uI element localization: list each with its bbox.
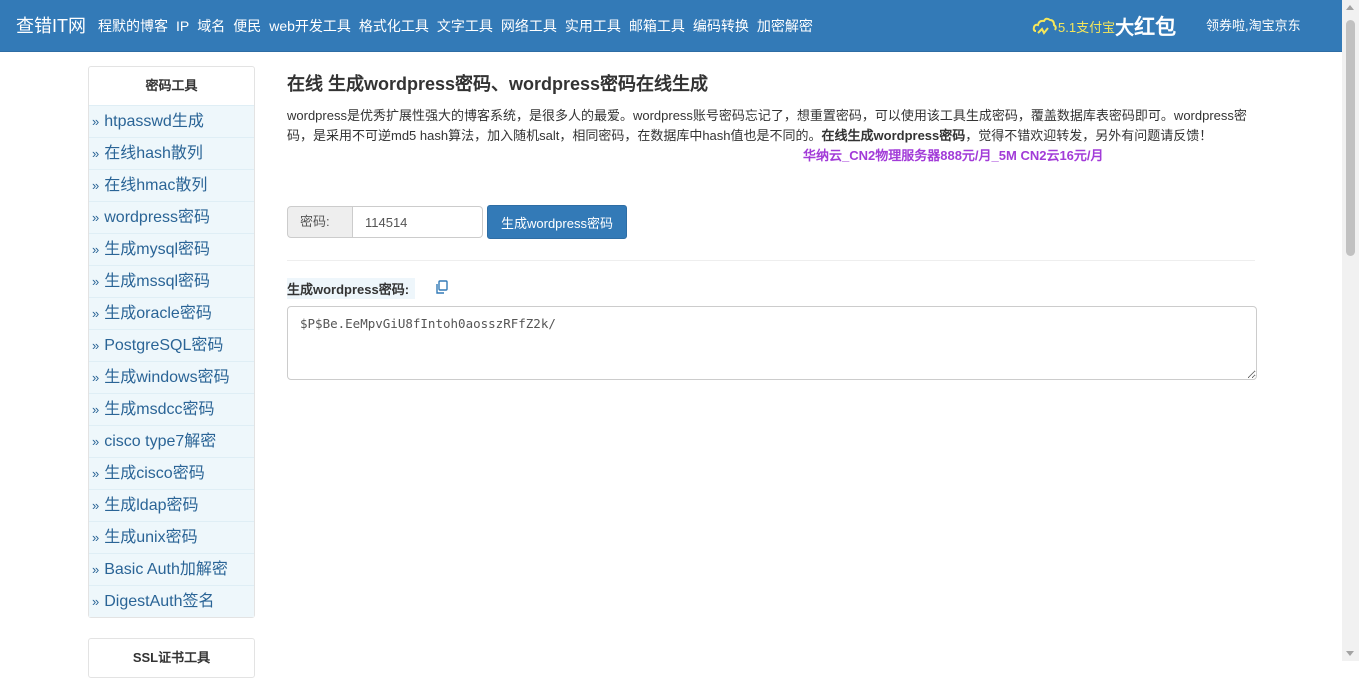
result-textarea[interactable]: $P$Be.EeMpvGiU8fIntoh0aosszRFfZ2k/: [287, 306, 1257, 380]
nav-item-practical-tools[interactable]: 实用工具: [561, 0, 625, 52]
bullet-icon: »: [92, 338, 100, 353]
sidebar-item-label: DigestAuth签名: [104, 593, 215, 610]
panel-title: 密码工具: [145, 78, 198, 93]
sidebar-item-mssql[interactable]: » 生成mssql密码: [89, 265, 254, 297]
bullet-icon: »: [92, 594, 100, 609]
sidebar-item-postgresql[interactable]: » PostgreSQL密码: [89, 329, 254, 361]
page-title: 在线 生成wordpress密码、wordpress密码在线生成: [287, 74, 709, 94]
divider: [287, 260, 1255, 261]
sidebar-item-label: 生成mssql密码: [104, 273, 211, 290]
sidebar-item-label: 生成msdcc密码: [104, 401, 215, 418]
bullet-icon: »: [92, 306, 100, 321]
bullet-icon: »: [92, 562, 100, 577]
sidebar-item-label: wordpress密码: [104, 209, 211, 226]
password-tools-panel: 密码工具 » htpasswd生成 » 在线hash散列 » 在线hmac散列 » wo…: [88, 66, 255, 618]
nav-item-network-tools[interactable]: 网络工具: [497, 0, 561, 52]
nav-item-encryption[interactable]: 加密解密: [753, 0, 817, 52]
sidebar-item-label: 生成windows密码: [104, 369, 230, 386]
promo-small-text: 5.1支付宝: [1058, 19, 1116, 35]
panel-title: SSL证书工具: [132, 650, 211, 665]
sidebar-item-label: 生成mysql密码: [104, 241, 211, 258]
bullet-icon: »: [92, 274, 100, 289]
red-packet-cloud-icon: [1032, 17, 1057, 35]
nav-item-text-tools[interactable]: 文字工具: [433, 0, 497, 52]
description: wordpress是优秀扩展性强大的博客系统，是很多人的最爱。wordpress…: [287, 106, 1252, 166]
bullet-icon: »: [92, 434, 100, 449]
sidebar-item-label: 生成unix密码: [104, 529, 198, 546]
nav-item-web-dev-tools[interactable]: web开发工具: [265, 0, 355, 52]
bullet-icon: »: [92, 402, 100, 417]
generate-wordpress-password-button[interactable]: 生成wordpress密码: [487, 205, 627, 239]
ssl-tools-panel: SSL证书工具: [88, 638, 255, 678]
result-label: 生成wordpress密码:: [287, 278, 416, 299]
nav-item-encoding[interactable]: 编码转换: [689, 0, 753, 52]
sidebar-item-cisco-type7[interactable]: » cisco type7解密: [89, 425, 254, 457]
bullet-icon: »: [92, 114, 100, 129]
sidebar-item-oracle[interactable]: » 生成oracle密码: [89, 297, 254, 329]
page-scrollbar[interactable]: [1342, 0, 1359, 661]
bullet-icon: »: [92, 178, 100, 193]
sidebar-item-wordpress[interactable]: » wordpress密码: [89, 201, 254, 233]
description-bold-text: 在线生成wordpress密码: [821, 128, 966, 143]
sidebar-item-windows[interactable]: » 生成windows密码: [89, 361, 254, 393]
sidebar-item-label: 生成cisco密码: [104, 465, 205, 482]
sidebar-item-label: 生成oracle密码: [104, 305, 212, 322]
nav-item-email-tools[interactable]: 邮箱工具: [625, 0, 689, 52]
scroll-up-arrow-icon[interactable]: [1346, 5, 1354, 10]
sidebar-item-unix[interactable]: » 生成unix密码: [89, 521, 254, 553]
bullet-icon: »: [92, 210, 100, 225]
sidebar-item-ldap[interactable]: » 生成ldap密码: [89, 489, 254, 521]
sidebar-item-label: 生成ldap密码: [104, 497, 199, 514]
nav-item-ip[interactable]: IP: [172, 0, 193, 52]
coupon-link[interactable]: 领券啦,淘宝京东: [1206, 0, 1301, 52]
alipay-red-packet-promo[interactable]: 5.1支付宝 大 红包: [1032, 8, 1176, 44]
sidebar-item-cisco[interactable]: » 生成cisco密码: [89, 457, 254, 489]
copy-icon[interactable]: [435, 280, 449, 294]
site-brand[interactable]: 查错IT网: [0, 0, 94, 52]
bullet-icon: »: [92, 370, 100, 385]
sidebar-item-hash[interactable]: » 在线hash散列: [89, 137, 254, 169]
sidebar-item-basic-auth[interactable]: » Basic Auth加解密: [89, 553, 254, 585]
nav-item-domain[interactable]: 域名: [193, 0, 229, 52]
sidebar-item-msdcc[interactable]: » 生成msdcc密码: [89, 393, 254, 425]
scroll-thumb[interactable]: [1346, 20, 1355, 256]
sidebar-item-digest-auth[interactable]: » DigestAuth签名: [89, 585, 254, 617]
password-label: 密码:: [287, 206, 353, 238]
nav-item-format-tools[interactable]: 格式化工具: [355, 0, 433, 52]
sidebar-item-htpasswd[interactable]: » htpasswd生成: [89, 105, 254, 137]
promo-red-packet-text: 红包: [1134, 16, 1177, 39]
sidebar-item-label: cisco type7解密: [104, 433, 217, 450]
sidebar-item-label: 在线hash散列: [104, 145, 203, 162]
bullet-icon: »: [92, 242, 100, 257]
bullet-icon: »: [92, 498, 100, 513]
bullet-icon: »: [92, 146, 100, 161]
promo-big-text: 大: [1115, 17, 1135, 39]
sidebar-item-label: htpasswd生成: [104, 113, 204, 130]
sidebar-item-label: PostgreSQL密码: [104, 337, 224, 354]
sidebar-item-mysql[interactable]: » 生成mysql密码: [89, 233, 254, 265]
ad-link[interactable]: 华纳云_CN2物理服务器888元/月_5M CN2云16元/月: [803, 148, 1104, 163]
sidebar-item-label: Basic Auth加解密: [104, 561, 228, 578]
password-form: 密码: 生成wordpress密码: [287, 205, 627, 239]
password-input[interactable]: [353, 206, 483, 238]
nav-item-convenience[interactable]: 便民: [229, 0, 265, 52]
sidebar: 密码工具 » htpasswd生成 » 在线hash散列 » 在线hmac散列 » wo…: [88, 66, 255, 698]
bullet-icon: »: [92, 466, 100, 481]
description-text-end: ，觉得不错欢迎转发，另外有问题请反馈！: [965, 128, 1213, 143]
main-content: 在线 生成wordpress密码、wordpress密码在线生成 wordpre…: [287, 70, 1257, 380]
bullet-icon: »: [92, 530, 100, 545]
sidebar-item-label: 在线hmac散列: [104, 177, 208, 194]
sidebar-item-hmac[interactable]: » 在线hmac散列: [89, 169, 254, 201]
scroll-down-arrow-icon[interactable]: [1346, 651, 1354, 656]
nav-item-blog[interactable]: 程默的博客: [94, 0, 172, 52]
